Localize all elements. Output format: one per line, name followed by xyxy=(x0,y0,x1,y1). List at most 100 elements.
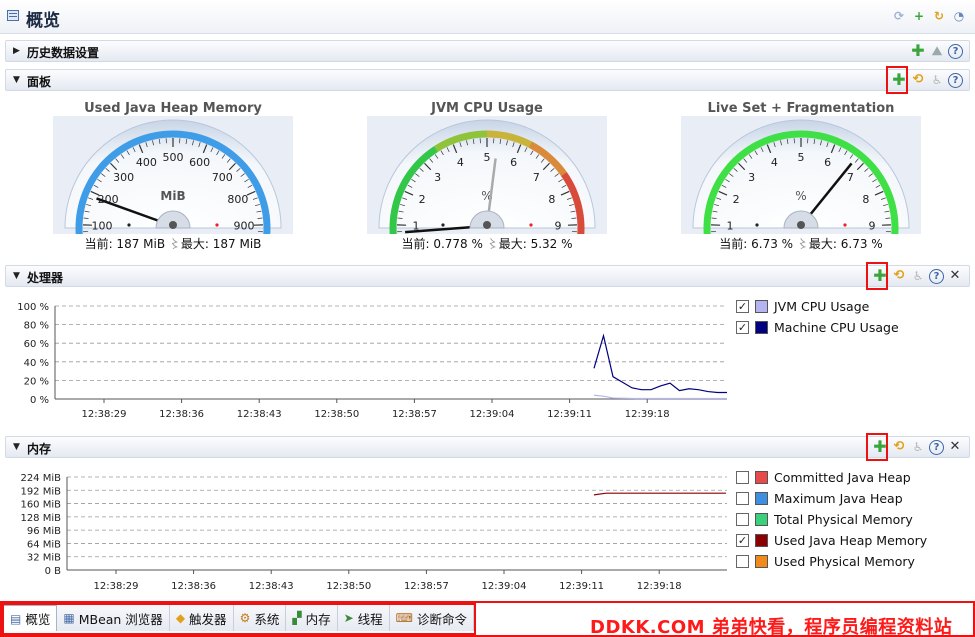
section-title: 面板 xyxy=(27,75,52,89)
help-icon[interactable]: ? xyxy=(929,439,944,455)
legend-item[interactable]: Total Physical Memory xyxy=(736,509,927,530)
x-tick-label: 12:39:04 xyxy=(470,409,515,420)
add-icon[interactable]: + xyxy=(911,8,927,24)
gauge-arc-segment xyxy=(419,151,432,163)
legend-checkbox[interactable] xyxy=(736,471,749,484)
y-tick-label: 160 MiB xyxy=(20,500,61,511)
legend-item[interactable]: Used Physical Memory xyxy=(736,551,927,572)
gauge-arc-segment xyxy=(886,197,897,209)
gauge-arc-segment xyxy=(890,215,899,226)
gauge-dial: 012345678910% xyxy=(367,116,607,234)
gauge-arc-segment xyxy=(543,151,556,164)
legend-swatch xyxy=(755,513,768,526)
memory-header[interactable]: ▼ 内存 ✚ ⟲ ♿ ? ✕ xyxy=(5,436,970,458)
gauge-arc-segment xyxy=(206,137,219,148)
legend-item[interactable]: Committed Java Heap xyxy=(736,467,927,488)
record-icon[interactable]: ◔ xyxy=(951,8,967,24)
gauge-arc-segment xyxy=(875,172,887,184)
legend-checkbox[interactable]: ✓ xyxy=(736,321,749,334)
y-tick-label: 224 MiB xyxy=(20,473,61,484)
cycle-icon[interactable]: ↻ xyxy=(931,8,947,24)
gauge-unit-label: MiB xyxy=(160,189,185,203)
legend-item[interactable]: ✓ Used Java Heap Memory xyxy=(736,530,927,551)
gauge-arc-segment xyxy=(782,130,793,140)
gauge-arc-segment xyxy=(561,172,573,184)
help-icon[interactable]: ? xyxy=(948,43,963,59)
collapsed-arrow-icon[interactable]: ▶ xyxy=(13,46,20,56)
legend-label: Machine CPU Usage xyxy=(774,320,899,335)
pin-icon[interactable]: ♿ xyxy=(929,72,945,88)
legend-item[interactable]: Maximum Java Heap xyxy=(736,488,927,509)
legend-checkbox[interactable]: ✓ xyxy=(736,534,749,547)
legend-checkbox[interactable] xyxy=(736,513,749,526)
y-tick-label: 96 MiB xyxy=(27,526,61,537)
titlebar-toolbar: ⟳ + ↻ ◔ xyxy=(891,8,967,24)
gauge-arc-segment xyxy=(576,215,585,226)
close-icon[interactable]: ✕ xyxy=(947,439,963,455)
refresh-icon[interactable]: ⟲ xyxy=(910,72,926,88)
legend-swatch xyxy=(755,555,768,568)
y-tick-label: 128 MiB xyxy=(20,513,61,524)
add-icon[interactable]: ✚ xyxy=(910,43,926,59)
legend-swatch xyxy=(755,321,768,334)
legend-checkbox[interactable] xyxy=(736,492,749,505)
legend-item[interactable]: ✓ Machine CPU Usage xyxy=(736,317,899,338)
gauge-tick-label: 400 xyxy=(136,156,157,169)
gauge-tick-label: 6 xyxy=(824,156,831,169)
gauge-min-marker xyxy=(127,223,131,227)
editor-titlebar: 概览 ⟳ + ↻ ◔ xyxy=(0,0,975,34)
legend-swatch xyxy=(755,492,768,505)
pin-icon[interactable]: ♿ xyxy=(910,439,926,455)
help-icon[interactable]: ? xyxy=(948,72,963,88)
close-icon[interactable]: ✕ xyxy=(947,268,963,284)
gauge-tick-label: 8 xyxy=(862,193,869,206)
refresh-icon[interactable]: ⟳ xyxy=(891,8,907,24)
expanded-arrow-icon[interactable]: ▼ xyxy=(13,442,20,452)
gauge-arc-segment xyxy=(450,134,462,145)
gauge-arc-segment xyxy=(80,187,91,200)
legend-checkbox[interactable] xyxy=(736,555,749,568)
x-tick-label: 12:38:57 xyxy=(404,581,449,592)
history-settings-header[interactable]: ▶ 历史数据设置 ✚ ⛰ ? xyxy=(5,40,970,62)
gauge-arc-segment xyxy=(809,130,821,140)
legend-checkbox[interactable]: ✓ xyxy=(736,300,749,313)
gauge-tick-label: 300 xyxy=(113,171,134,184)
refresh-icon[interactable]: ⟲ xyxy=(891,439,907,455)
gauge-tick-label: 700 xyxy=(212,171,233,184)
gauge-arc-segment xyxy=(402,171,414,184)
chart-settings-icon[interactable]: ⛰ xyxy=(929,43,945,59)
y-tick-label: 100 % xyxy=(17,302,49,313)
gauge-arc-segment xyxy=(247,172,259,184)
processor-header[interactable]: ▼ 处理器 ✚ ⟲ ♿ ? ✕ xyxy=(5,265,970,287)
gauge-arc-segment xyxy=(818,132,830,142)
gauge-dial: 01002003004005006007008009001000MiB xyxy=(53,116,293,234)
gauge-arc-segment xyxy=(850,146,863,158)
help-icon[interactable]: ? xyxy=(929,268,944,284)
gauge-arc-segment xyxy=(426,145,439,158)
gauge-arc-segment xyxy=(145,132,157,142)
x-tick-label: 12:38:36 xyxy=(159,409,204,420)
legend-item[interactable]: ✓ JVM CPU Usage xyxy=(736,296,899,317)
expanded-arrow-icon[interactable]: ▼ xyxy=(13,75,20,85)
refresh-icon[interactable]: ⟲ xyxy=(891,268,907,284)
y-tick-label: 60 % xyxy=(24,339,49,350)
gauge-arc-segment xyxy=(857,151,870,164)
gauge-tick-label: 4 xyxy=(457,156,464,169)
memory-chart-svg: 224 MiB 192 MiB 160 MiB 128 MiB 96 MiB 64 MiB… xyxy=(20,473,727,592)
gauge-tick-label: 5 xyxy=(484,151,491,164)
legend-label: Used Physical Memory xyxy=(774,554,915,569)
gauge-arc-segment xyxy=(407,164,419,177)
gauge-tick-label: 2 xyxy=(733,193,740,206)
gauge-arc-segment xyxy=(459,132,471,142)
x-tick-label: 12:38:50 xyxy=(314,409,359,420)
gauge-hub-center xyxy=(797,221,805,229)
legend-swatch xyxy=(755,471,768,484)
pin-icon[interactable]: ♿ xyxy=(910,268,926,284)
gauge-arc-segment xyxy=(883,188,894,200)
dashboard-header[interactable]: ▼ 面板 ✚ ⟲ ♿ ? xyxy=(5,69,970,91)
gauge-arc-segment xyxy=(755,137,768,148)
y-tick-label: 192 MiB xyxy=(20,486,61,497)
gauge-arc-segment xyxy=(214,141,227,153)
expanded-arrow-icon[interactable]: ▼ xyxy=(13,271,20,281)
gauge-arc-segment xyxy=(255,188,266,200)
